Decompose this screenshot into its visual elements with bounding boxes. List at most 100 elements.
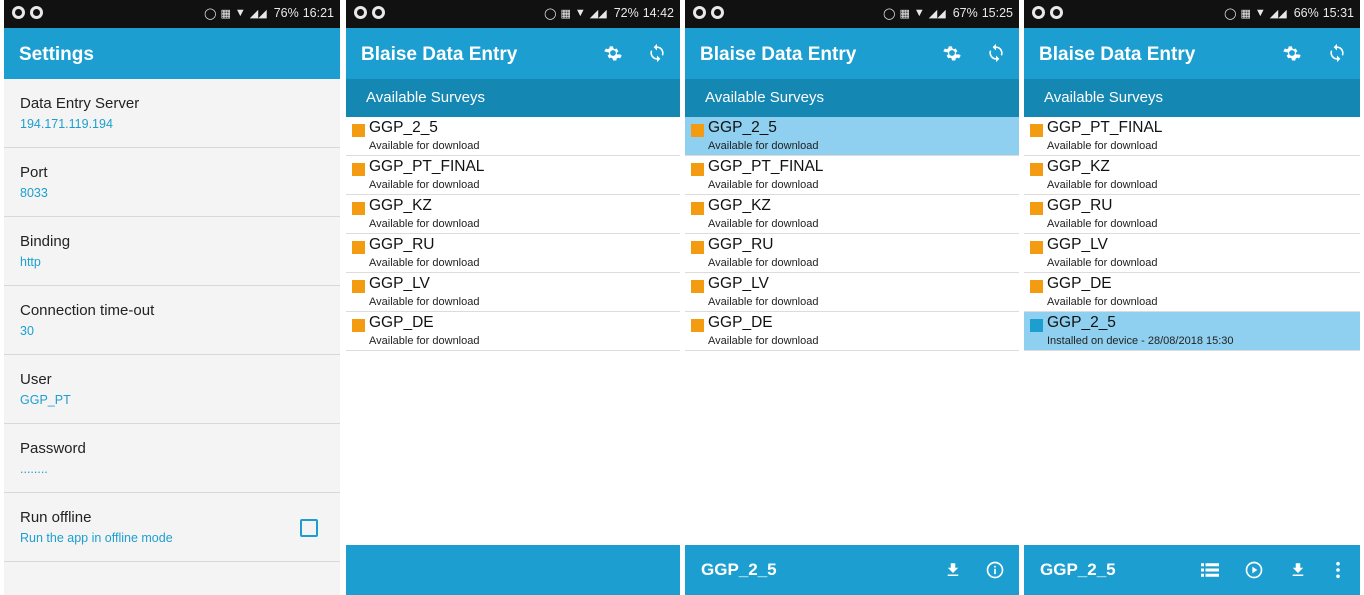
list-item[interactable]: GGP_KZ Available for download xyxy=(685,195,1019,234)
list-item[interactable]: GGP_LV Available for download xyxy=(1024,234,1360,273)
download-status-marker xyxy=(352,163,365,176)
survey-status: Available for download xyxy=(1047,296,1158,308)
survey-status: Available for download xyxy=(369,335,480,347)
wifi-icon: ▼ xyxy=(1254,7,1266,19)
survey-name: GGP_LV xyxy=(369,275,430,292)
settings-screen: ◯ ▦ ▼ ◢◢ 76% 16:21 Settings Data Entry S… xyxy=(4,0,340,595)
list-icon[interactable] xyxy=(1198,558,1222,582)
headphones-icon: ◯ xyxy=(204,7,217,20)
run-offline-checkbox[interactable] xyxy=(300,519,318,537)
list-item[interactable]: GGP_PT_FINAL Available for download xyxy=(346,156,680,195)
list-item[interactable]: GGP_2_5 Available for download xyxy=(346,117,680,156)
vibrate-icon: ▦ xyxy=(899,7,910,20)
survey-name: GGP_KZ xyxy=(369,197,432,214)
setting-value: GGP_PT xyxy=(20,393,71,407)
clock: 15:31 xyxy=(1322,6,1354,20)
gear-icon[interactable] xyxy=(1277,38,1307,68)
gear-icon[interactable] xyxy=(937,38,967,68)
list-item[interactable]: GGP_DE Available for download xyxy=(685,312,1019,351)
survey-status: Available for download xyxy=(369,257,480,269)
section-header: Available Surveys xyxy=(1024,79,1360,117)
survey-status: Available for download xyxy=(369,179,480,191)
download-icon[interactable] xyxy=(1286,558,1310,582)
list-item[interactable]: GGP_PT_FINAL Available for download xyxy=(685,156,1019,195)
headphones-icon: ◯ xyxy=(1224,7,1237,20)
survey-name: GGP_PT_FINAL xyxy=(369,158,485,175)
survey-name: GGP_DE xyxy=(1047,275,1112,292)
battery-percent: 67% xyxy=(952,6,978,20)
vibrate-icon: ▦ xyxy=(1240,7,1251,20)
setting-server[interactable]: Data Entry Server 194.171.119.194 xyxy=(4,79,340,148)
survey-name: GGP_LV xyxy=(1047,236,1108,253)
more-vert-icon[interactable] xyxy=(1326,558,1350,582)
survey-name: GGP_PT_FINAL xyxy=(708,158,824,175)
survey-status: Available for download xyxy=(1047,218,1158,230)
setting-value: 194.171.119.194 xyxy=(20,117,113,131)
list-item[interactable]: GGP_KZ Available for download xyxy=(346,195,680,234)
sync-icon[interactable] xyxy=(1322,38,1352,68)
app-title: Blaise Data Entry xyxy=(361,44,518,65)
list-item[interactable]: GGP_RU Available for download xyxy=(685,234,1019,273)
list-item[interactable]: GGP_LV Available for download xyxy=(346,273,680,312)
survey-list-screen-selected: ◯ ▦ ▼ ◢◢ 67% 15:25 Blaise Data Entry Ava… xyxy=(685,0,1019,595)
survey-status: Available for download xyxy=(1047,140,1158,152)
app-bar: Blaise Data Entry xyxy=(346,28,680,79)
download-status-marker xyxy=(691,319,704,332)
setting-binding[interactable]: Binding http xyxy=(4,217,340,286)
list-item[interactable]: GGP_DE Available for download xyxy=(346,312,680,351)
wifi-icon: ▼ xyxy=(913,7,925,19)
survey-status: Available for download xyxy=(708,218,819,230)
setting-user[interactable]: User GGP_PT xyxy=(4,355,340,424)
signal-icon: ◢◢ xyxy=(589,7,607,20)
list-item[interactable]: GGP_LV Available for download xyxy=(685,273,1019,312)
selected-survey-name: GGP_2_5 xyxy=(701,560,777,579)
list-item-selected[interactable]: GGP_2_5 Installed on device - 28/08/2018 … xyxy=(1024,312,1360,351)
download-status-marker xyxy=(352,241,365,254)
vpn-icon xyxy=(30,6,43,19)
setting-timeout[interactable]: Connection time-out 30 xyxy=(4,286,340,355)
selected-survey-name: GGP_2_5 xyxy=(1040,560,1116,579)
download-status-marker xyxy=(352,202,365,215)
wifi-icon: ▼ xyxy=(234,7,246,19)
download-status-marker xyxy=(352,124,365,137)
sync-icon[interactable] xyxy=(981,38,1011,68)
list-item[interactable]: GGP_PT_FINAL Available for download xyxy=(1024,117,1360,156)
sync-icon[interactable] xyxy=(642,38,672,68)
survey-status: Available for download xyxy=(369,140,480,152)
signal-icon: ◢◢ xyxy=(1269,7,1287,20)
download-status-marker xyxy=(352,280,365,293)
list-item[interactable]: GGP_RU Available for download xyxy=(346,234,680,273)
list-item-selected[interactable]: GGP_2_5 Available for download xyxy=(685,117,1019,156)
survey-status: Available for download xyxy=(708,257,819,269)
survey-name: GGP_KZ xyxy=(1047,158,1110,175)
setting-label: User xyxy=(20,371,52,388)
installed-status-marker xyxy=(1030,319,1043,332)
vpn-icon xyxy=(711,6,724,19)
setting-password[interactable]: Password ........ xyxy=(4,424,340,493)
list-item[interactable]: GGP_DE Available for download xyxy=(1024,273,1360,312)
survey-list: GGP_2_5 Available for download GGP_PT_FIN… xyxy=(685,117,1019,351)
setting-port[interactable]: Port 8033 xyxy=(4,148,340,217)
setting-run-offline[interactable]: Run offline Run the app in offline mode xyxy=(4,493,340,562)
headphones-icon: ◯ xyxy=(883,7,896,20)
setting-label: Data Entry Server xyxy=(20,95,140,112)
app-title: Blaise Data Entry xyxy=(1039,44,1196,65)
gear-icon[interactable] xyxy=(598,38,628,68)
list-item[interactable]: GGP_KZ Available for download xyxy=(1024,156,1360,195)
survey-name: GGP_DE xyxy=(369,314,434,331)
survey-list: GGP_PT_FINAL Available for download GGP_K… xyxy=(1024,117,1360,351)
info-icon[interactable] xyxy=(983,558,1007,582)
list-item[interactable]: GGP_RU Available for download xyxy=(1024,195,1360,234)
survey-name: GGP_2_5 xyxy=(708,119,777,136)
spotify-icon xyxy=(693,6,706,19)
signal-icon: ◢◢ xyxy=(928,7,946,20)
download-status-marker xyxy=(1030,241,1043,254)
setting-label: Connection time-out xyxy=(20,302,155,319)
download-icon[interactable] xyxy=(941,558,965,582)
spotify-icon xyxy=(12,6,25,19)
wifi-icon: ▼ xyxy=(574,7,586,19)
bottom-action-bar: GGP_2_5 xyxy=(1024,545,1360,595)
play-icon[interactable] xyxy=(1242,558,1266,582)
survey-status: Available for download xyxy=(1047,257,1158,269)
download-status-marker xyxy=(1030,124,1043,137)
